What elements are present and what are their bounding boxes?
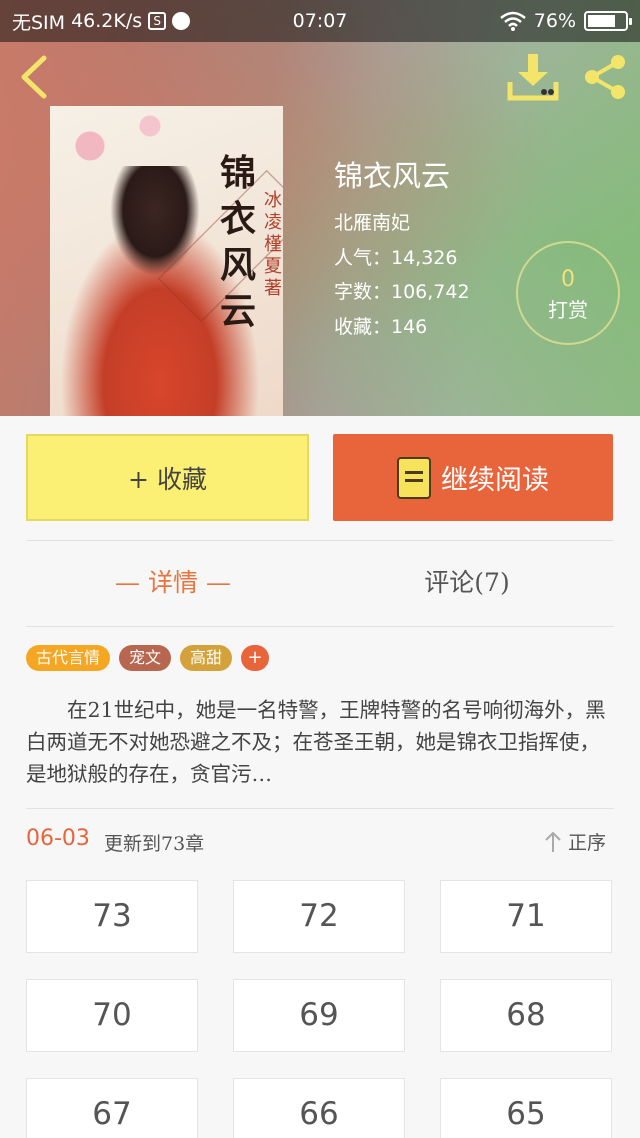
chapter-button[interactable]: 69 (233, 979, 405, 1052)
cover-author: 冰凌槿夏著 (264, 190, 282, 299)
reward-button[interactable]: 0 打赏 (516, 241, 620, 345)
divider (26, 540, 614, 541)
book-author[interactable]: 北雁南妃 (334, 206, 470, 241)
book-title: 锦衣风云 (334, 159, 451, 193)
battery-icon (584, 11, 632, 31)
continue-reading-button[interactable]: 继续阅读 (333, 434, 613, 521)
book-word-count: 字数：106,742 (334, 281, 470, 303)
update-date: 06-03 (26, 826, 90, 851)
sort-arrow-up-icon (545, 831, 561, 852)
sort-order-button[interactable]: 正序 (544, 828, 606, 855)
status-bar: 无SIM 46.2K/s S 07:07 76% (0, 0, 640, 42)
divider (26, 808, 614, 809)
divider (26, 626, 614, 627)
network-speed: 46.2K/s (71, 10, 143, 32)
tag-item[interactable]: 宠文 (119, 645, 172, 671)
chapter-button[interactable]: 71 (440, 880, 612, 953)
chapter-button[interactable]: 73 (26, 880, 198, 953)
book-synopsis[interactable]: 在21世纪中，她是一名特警，王牌特警的名号响彻海外，黑白两道无不对她恐避之不及；… (26, 694, 606, 790)
reward-count: 0 (561, 267, 575, 292)
book-popularity: 人气：14,326 (334, 246, 458, 269)
chapter-button[interactable]: 70 (26, 979, 198, 1052)
cover-title: 锦衣风云 (219, 152, 256, 332)
tag-list: 古代言情 宠文 高甜 + (26, 645, 270, 671)
favorite-label: + 收藏 (128, 464, 207, 494)
tab-detail[interactable]: — 详情 — (26, 555, 320, 611)
update-status: 更新到73章 (104, 833, 205, 855)
add-to-favorites-button[interactable]: + 收藏 (26, 434, 309, 521)
download-icon[interactable] (506, 52, 560, 102)
tag-item[interactable]: 古代言情 (26, 645, 111, 671)
more-tags-button[interactable]: + (241, 645, 270, 671)
book-info: 锦衣风云 北雁南妃 人气：14,326 字数：106,742 收藏：146 (334, 156, 470, 344)
chapter-grid: 73 72 71 70 69 68 67 66 65 (26, 880, 614, 1138)
tag-item[interactable]: 高甜 (180, 645, 233, 671)
chapter-button[interactable]: 66 (233, 1078, 405, 1138)
book-cover: 锦衣风云 冰凌槿夏著 (50, 106, 283, 416)
chapter-button[interactable]: 72 (233, 880, 405, 953)
chapter-button[interactable]: 65 (440, 1078, 612, 1138)
browser-icon (172, 12, 191, 30)
battery-percent: 76% (533, 10, 576, 32)
tab-comments[interactable]: 评论(7) (320, 555, 614, 611)
reward-label: 打赏 (548, 298, 588, 322)
chapter-button[interactable]: 67 (26, 1078, 198, 1138)
s-app-icon: S (148, 12, 167, 30)
share-icon[interactable] (580, 52, 630, 102)
continue-reading-label: 继续阅读 (441, 465, 549, 496)
chapter-button[interactable]: 68 (440, 979, 612, 1052)
book-favorites: 收藏：146 (334, 315, 428, 338)
sort-label: 正序 (568, 832, 607, 854)
book-icon (397, 456, 431, 499)
wifi-icon (499, 11, 526, 31)
carrier-label: 无SIM (12, 11, 66, 34)
back-arrow-icon[interactable] (14, 54, 54, 100)
